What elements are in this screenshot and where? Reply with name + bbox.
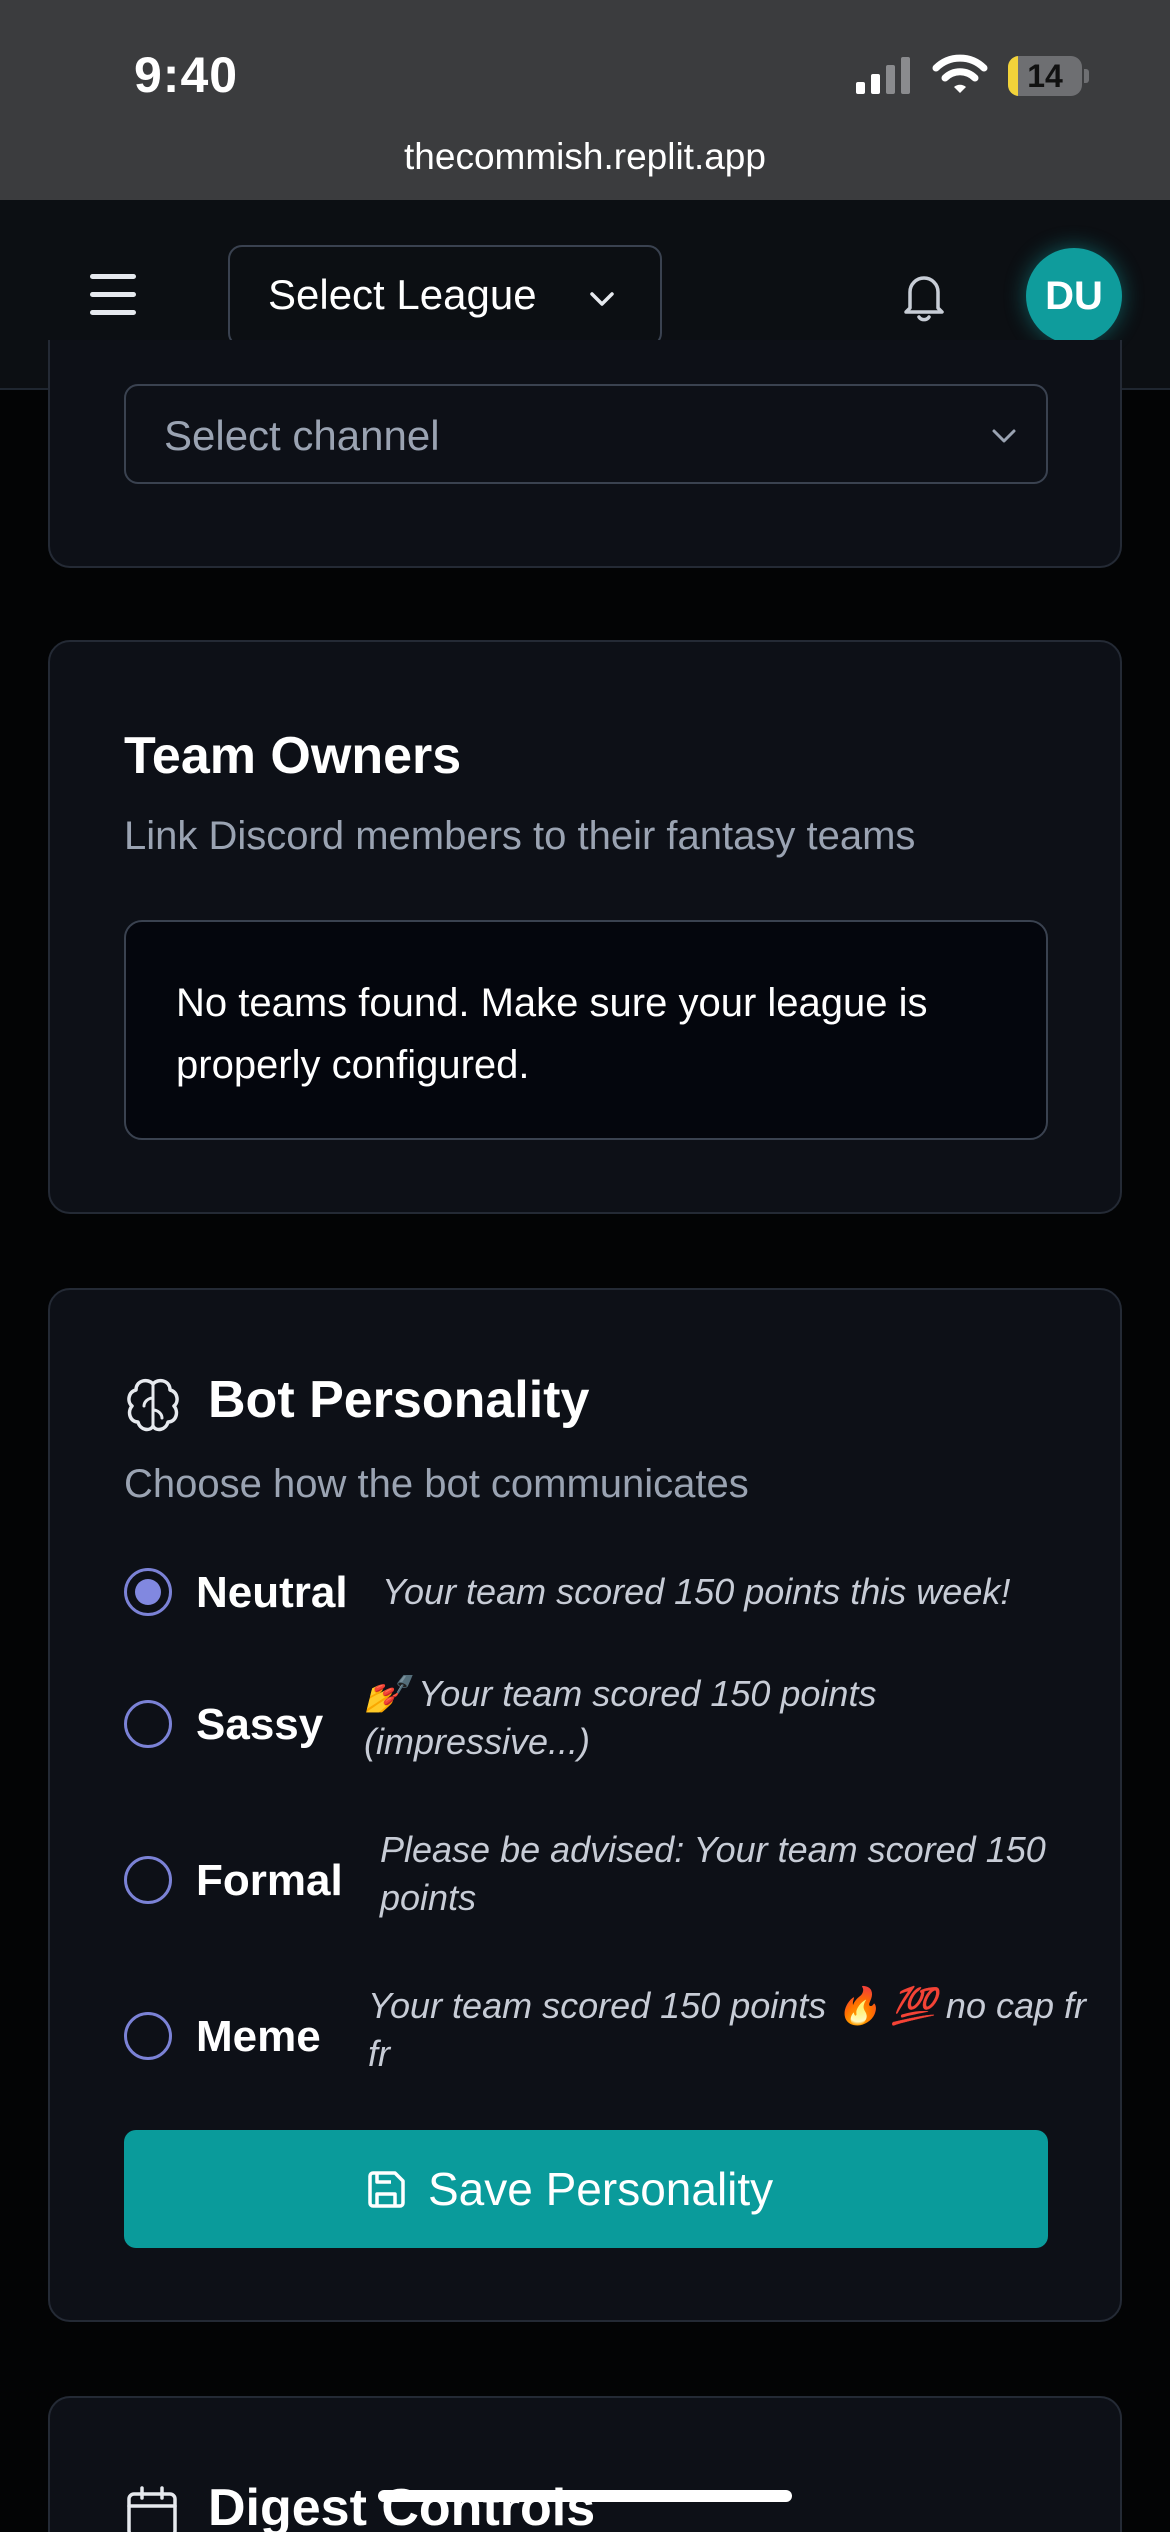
hamburger-menu-icon[interactable] [84, 270, 142, 320]
status-bar: 9:40 14 thecommish.replit.app [0, 0, 1170, 200]
digest-controls-title: Digest Controls [208, 2479, 596, 2532]
channel-select[interactable]: Select channel [124, 384, 1048, 484]
option-label: Meme [196, 2012, 321, 2061]
team-owners-title: Team Owners [124, 727, 462, 785]
bell-icon[interactable] [892, 264, 956, 328]
bot-personality-title: Bot Personality [208, 1371, 590, 1429]
cellular-signal-icon [856, 57, 910, 94]
personality-option-formal[interactable]: Formal Please be advised: Your team scor… [124, 1826, 1084, 1936]
chevron-down-icon [992, 429, 1016, 443]
home-indicator [378, 2490, 792, 2502]
radio-formal[interactable] [124, 1856, 172, 1904]
battery-percent: 14 [1027, 58, 1063, 94]
calendar-icon [127, 2486, 177, 2532]
brain-icon [127, 1378, 179, 1432]
option-example: Your team scored 150 points this week! [382, 1571, 1011, 1612]
option-example: Your team scored 150 points 🔥 💯 no cap f… [368, 1985, 1087, 2074]
option-label: Sassy [196, 1700, 324, 1749]
team-owners-subtitle: Link Discord members to their fantasy te… [124, 814, 916, 858]
personality-option-meme[interactable]: Meme Your team scored 150 points 🔥 💯 no … [124, 1982, 1086, 2092]
bot-personality-card: Bot Personality Choose how the bot commu… [48, 1288, 1122, 2322]
personality-option-sassy[interactable]: Sassy 💅 Your team scored 150 points (imp… [124, 1670, 1084, 1780]
battery-icon: 14 [1008, 56, 1089, 96]
save-personality-label: Save Personality [428, 2163, 774, 2215]
channel-select-placeholder: Select channel [164, 412, 440, 459]
browser-url[interactable]: thecommish.replit.app [0, 136, 1170, 178]
avatar[interactable]: DU [1026, 248, 1122, 344]
bot-personality-subtitle: Choose how the bot communicates [124, 1462, 749, 1506]
empty-state: No teams found. Make sure your league is… [124, 920, 1048, 1140]
empty-state-message: No teams found. Make sure your league is… [176, 981, 928, 1087]
save-icon [368, 2171, 405, 2208]
team-owners-card: Team Owners Link Discord members to thei… [48, 640, 1122, 1214]
league-select[interactable]: Select League [228, 245, 662, 347]
radio-meme[interactable] [124, 2012, 172, 2060]
option-label: Formal [196, 1856, 343, 1905]
league-select-label: Select League [268, 271, 537, 318]
radio-neutral[interactable] [124, 1568, 172, 1616]
chevron-down-icon [590, 292, 614, 306]
radio-sassy[interactable] [124, 1700, 172, 1748]
option-label: Neutral [196, 1568, 348, 1617]
status-time: 9:40 [134, 47, 239, 103]
wifi-icon [932, 54, 988, 93]
digest-controls-card: Digest Controls [48, 2396, 1122, 2532]
personality-option-neutral[interactable]: Neutral Your team scored 150 points this… [124, 1554, 1084, 1634]
option-example: Please be advised: Your team scored 150 … [380, 1829, 1046, 1918]
save-personality-button[interactable]: Save Personality [124, 2130, 1048, 2248]
option-example: 💅 Your team scored 150 points (impressiv… [364, 1673, 877, 1762]
channel-card: Select channel [48, 340, 1122, 568]
